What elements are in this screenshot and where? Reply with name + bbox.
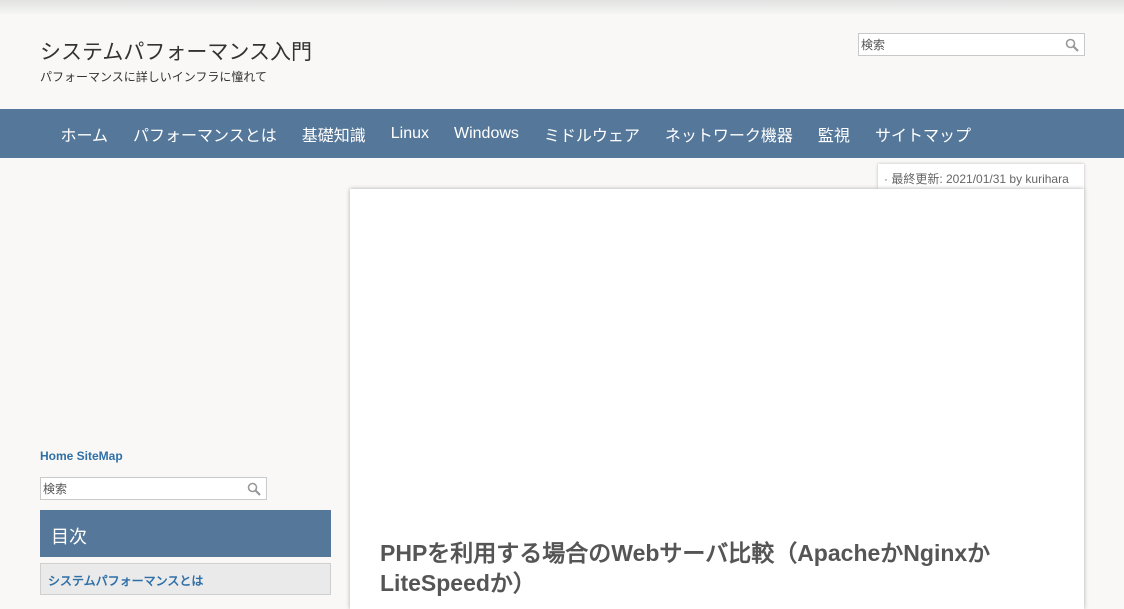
- toc-title: 目次: [40, 510, 331, 557]
- header-search-input[interactable]: [859, 34, 1084, 55]
- search-icon[interactable]: [247, 482, 261, 496]
- sidebar-search-input[interactable]: [41, 478, 266, 499]
- search-icon[interactable]: [1065, 38, 1079, 52]
- top-shadow: [0, 0, 1124, 14]
- site-title[interactable]: システムパフォーマンス入門: [40, 36, 312, 66]
- nav-performance[interactable]: パフォーマンスとは: [121, 122, 290, 146]
- nav-middleware[interactable]: ミドルウェア: [531, 122, 652, 146]
- article-title: PHPを利用する場合のWebサーバ比較（ApacheかNginxかLiteSpe…: [380, 540, 991, 596]
- header-search[interactable]: [858, 33, 1085, 56]
- nav-basics[interactable]: 基礎知識: [289, 122, 378, 146]
- nav-monitoring[interactable]: 監視: [805, 122, 862, 146]
- site-tagline: パフォーマンスに詳しいインフラに憧れて: [40, 70, 268, 84]
- nav-network[interactable]: ネットワーク機器: [652, 122, 805, 146]
- toc-item[interactable]: システムパフォーマンスとは: [40, 563, 331, 595]
- home-sitemap-links[interactable]: Home SiteMap: [40, 449, 123, 463]
- article-panel: PHPを利用する場合のWebサーバ比較（ApacheかNginxかLiteSpe…: [350, 189, 1084, 609]
- sidebar-search[interactable]: [40, 477, 267, 500]
- nav-home[interactable]: ホーム: [48, 122, 121, 146]
- nav-sitemap[interactable]: サイトマップ: [862, 122, 983, 146]
- last-updated: · 最終更新: 2021/01/31 by kurihara: [878, 164, 1084, 190]
- nav-linux[interactable]: Linux: [378, 125, 441, 143]
- nav-windows[interactable]: Windows: [441, 125, 531, 143]
- main-nav: ホーム パフォーマンスとは 基礎知識 Linux Windows ミドルウェア …: [0, 109, 1124, 158]
